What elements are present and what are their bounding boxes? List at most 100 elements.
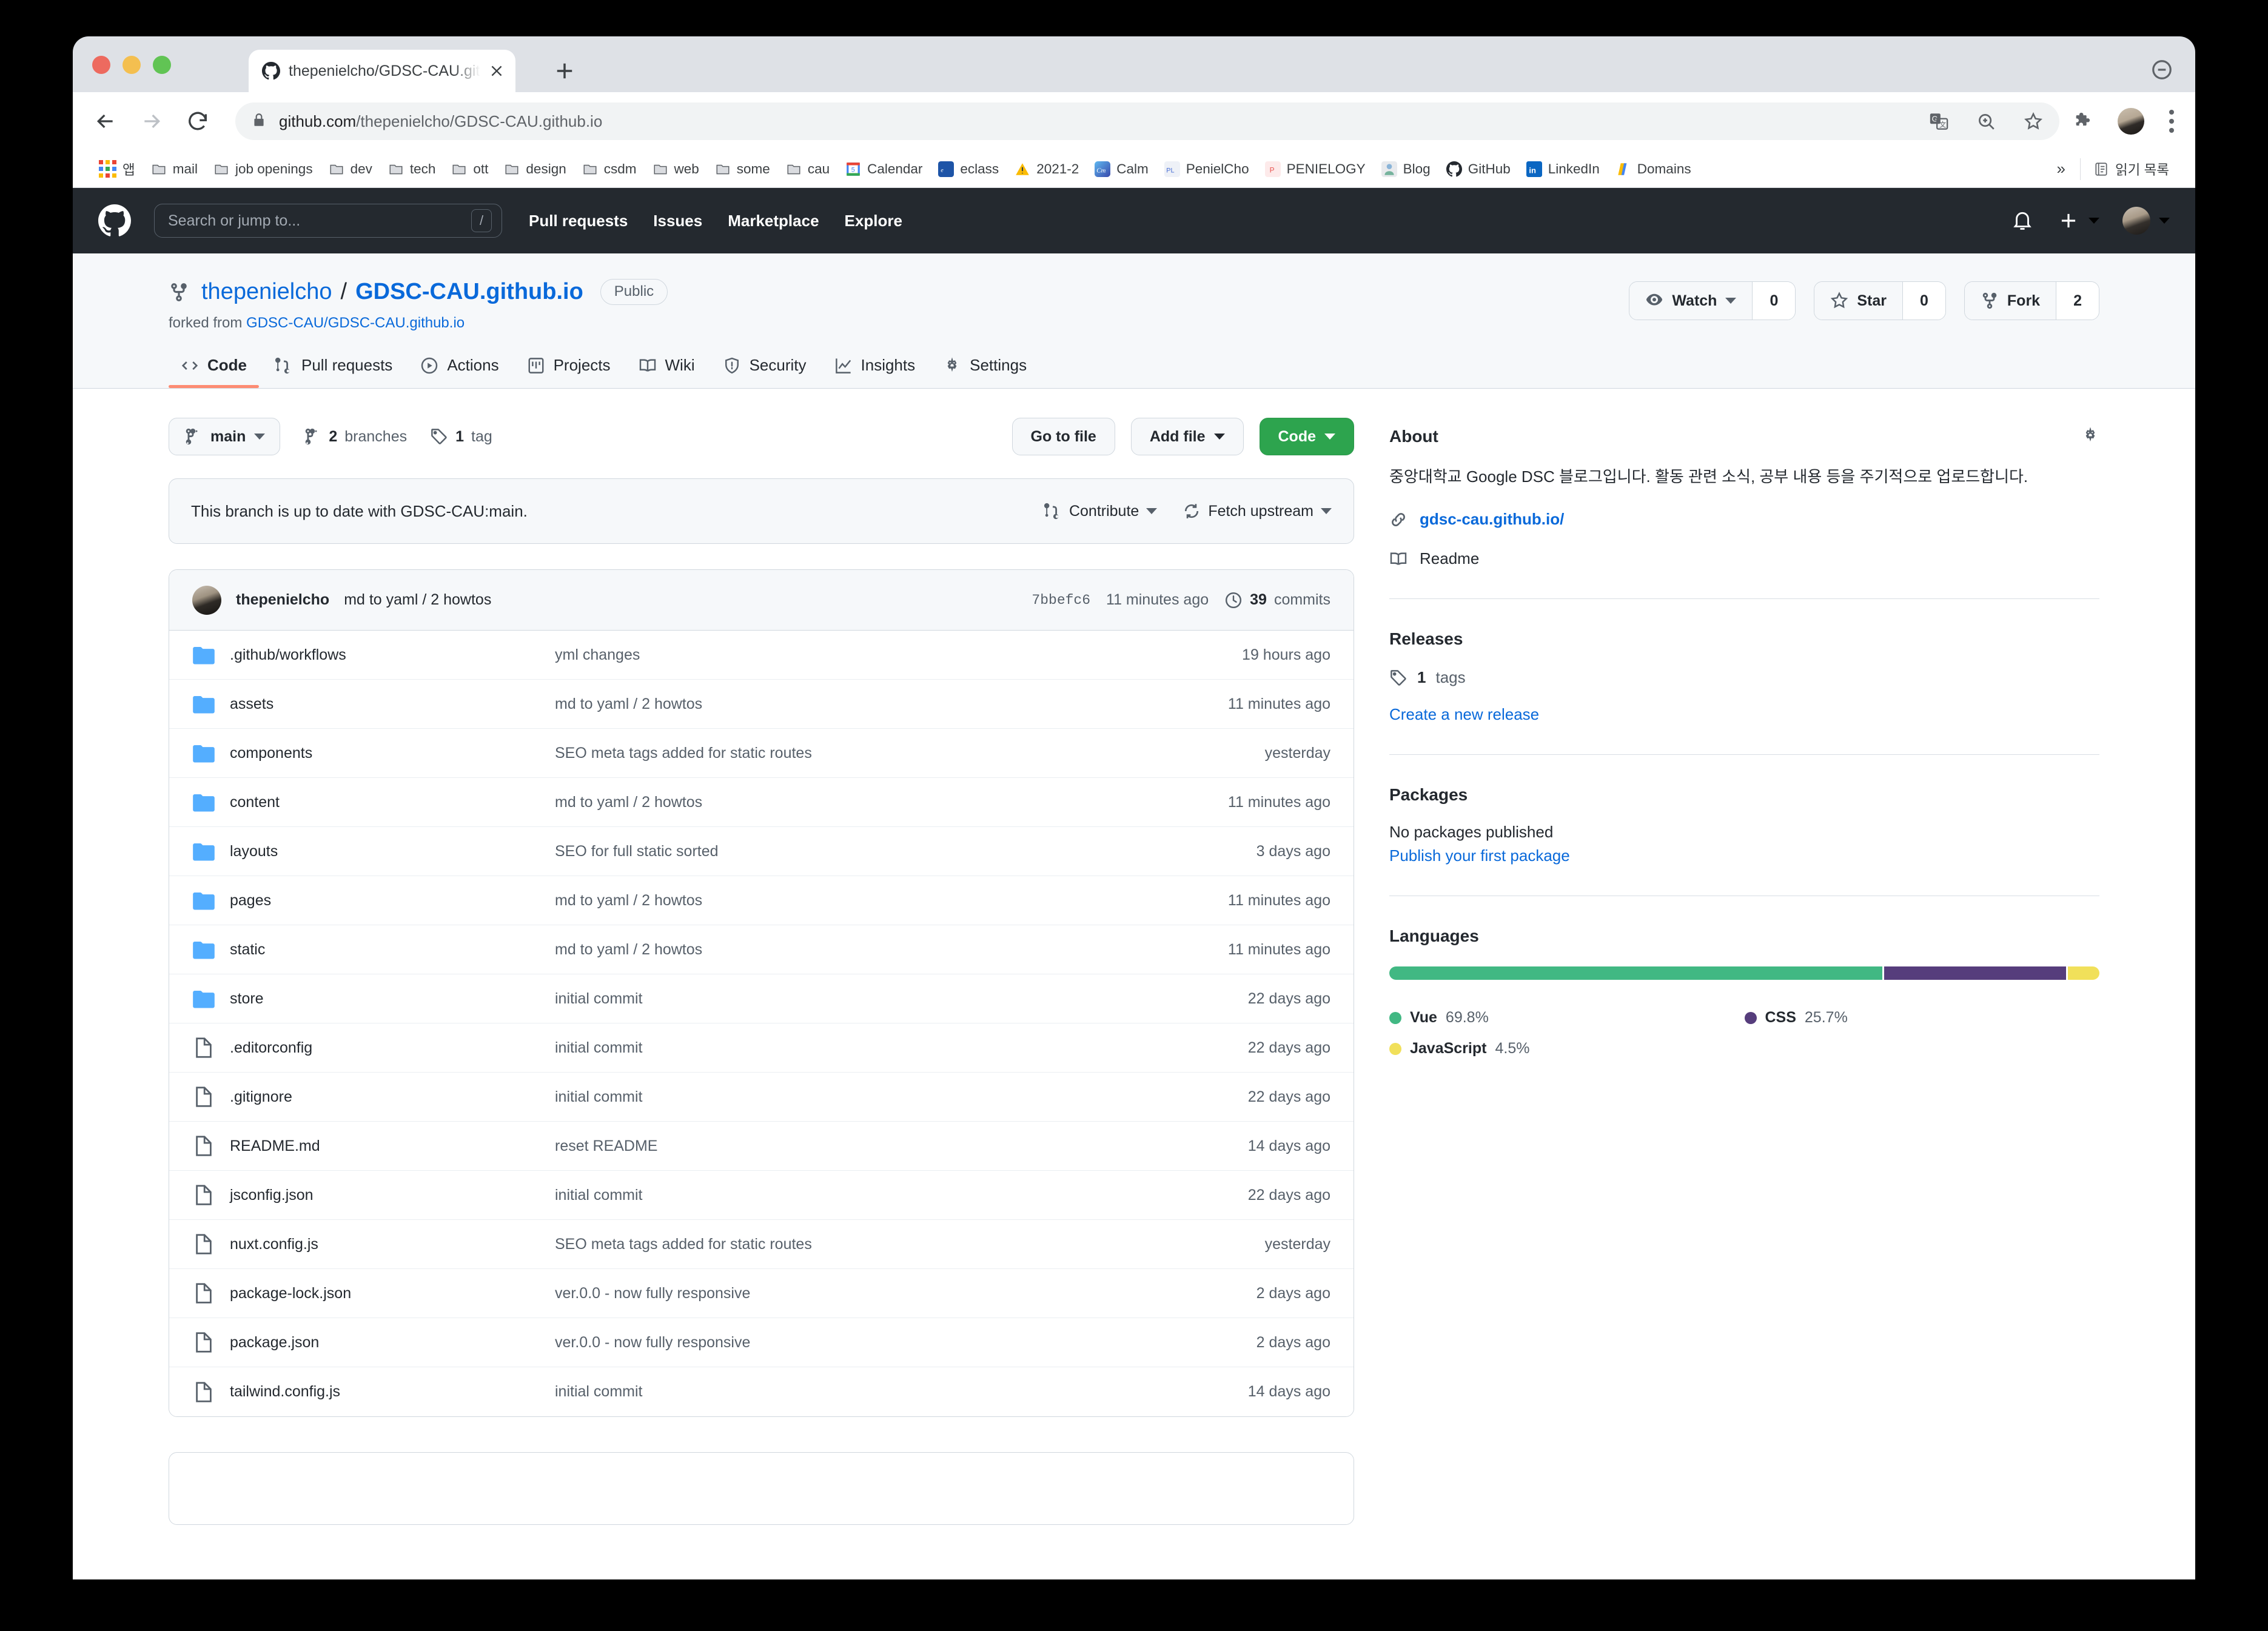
create-release-link[interactable]: Create a new release (1389, 705, 2099, 724)
minimize-window-button[interactable] (122, 56, 141, 74)
bookmark-tech[interactable]: tech (380, 161, 444, 177)
file-commit-message[interactable]: SEO meta tags added for static routes (555, 745, 1265, 762)
search-input[interactable]: Search or jump to... / (154, 204, 502, 238)
nav-marketplace[interactable]: Marketplace (728, 212, 819, 230)
bookmark-2021-2[interactable]: 2021-2 (1007, 161, 1087, 177)
file-name[interactable]: layouts (215, 843, 555, 860)
browser-menu-icon[interactable] (2169, 110, 2175, 133)
branch-selector[interactable]: main (169, 418, 281, 455)
nav-pull-requests[interactable]: Pull requests (529, 212, 628, 230)
bookmark-penielcho[interactable]: PL PenielCho (1156, 161, 1257, 177)
branches-link[interactable]: 2 branches (303, 427, 407, 446)
file-name[interactable]: store (215, 990, 555, 1008)
back-icon[interactable] (93, 109, 118, 133)
notifications-bell-icon[interactable] (2011, 209, 2034, 232)
file-commit-message[interactable]: SEO meta tags added for static routes (555, 1236, 1265, 1253)
commit-message[interactable]: md to yaml / 2 howtos (344, 591, 491, 609)
file-name[interactable]: assets (215, 695, 555, 713)
file-commit-message[interactable]: md to yaml / 2 howtos (555, 941, 1228, 959)
tab-pull-requests[interactable]: Pull requests (263, 356, 404, 388)
fetch-upstream-button[interactable]: Fetch upstream (1183, 502, 1332, 520)
file-name[interactable]: .editorconfig (215, 1039, 555, 1057)
table-row[interactable]: .editorconfig initial commit 22 days ago (169, 1023, 1354, 1073)
releases-tags-row[interactable]: 1 tags (1389, 668, 2099, 687)
file-commit-message[interactable]: initial commit (555, 1039, 1248, 1057)
browser-tab[interactable]: thepenielcho/GDSC-CAU.githu (249, 50, 515, 92)
forked-from-link[interactable]: GDSC-CAU/GDSC-CAU.github.io (246, 315, 465, 331)
table-row[interactable]: package-lock.json ver.0.0 - now fully res… (169, 1269, 1354, 1318)
bookmark-calendar[interactable]: 5 Calendar (837, 161, 930, 177)
language-legend-item[interactable]: Vue 69.8% (1389, 1009, 1745, 1026)
contribute-button[interactable]: Contribute (1044, 502, 1158, 520)
bookmark-csdm[interactable]: csdm (574, 161, 645, 177)
bookmark-mail[interactable]: mail (143, 161, 206, 177)
file-commit-message[interactable]: reset README (555, 1137, 1248, 1155)
table-row[interactable]: .gitignore initial commit 22 days ago (169, 1073, 1354, 1122)
file-name[interactable]: components (215, 745, 555, 762)
file-commit-message[interactable]: md to yaml / 2 howtos (555, 892, 1228, 909)
bookmark-web[interactable]: web (645, 161, 707, 177)
file-commit-message[interactable]: initial commit (555, 1088, 1248, 1106)
file-commit-message[interactable]: ver.0.0 - now fully responsive (555, 1334, 1256, 1351)
file-name[interactable]: package.json (215, 1334, 555, 1351)
tags-link[interactable]: 1 tag (430, 427, 492, 446)
close-icon[interactable] (489, 63, 505, 79)
tab-actions[interactable]: Actions (408, 356, 511, 388)
repo-name-link[interactable]: GDSC-CAU.github.io (355, 279, 583, 305)
go-to-file-button[interactable]: Go to file (1012, 418, 1115, 455)
file-name[interactable]: .github/workflows (215, 646, 555, 664)
file-commit-message[interactable]: initial commit (555, 990, 1248, 1008)
bookmark-calm[interactable]: Cm Calm (1087, 161, 1156, 177)
bookmark-linkedin[interactable]: in LinkedIn (1518, 161, 1608, 177)
create-new-menu[interactable] (2057, 209, 2099, 232)
nav-issues[interactable]: Issues (653, 212, 702, 230)
forward-icon[interactable] (139, 109, 164, 133)
tab-insights[interactable]: Insights (822, 356, 928, 388)
homepage-link[interactable]: gdsc-cau.github.io/ (1420, 510, 1564, 529)
tab-projects[interactable]: Projects (515, 356, 623, 388)
user-menu[interactable] (2122, 207, 2170, 235)
file-name[interactable]: static (215, 941, 555, 959)
language-segment[interactable] (1884, 966, 2066, 980)
tab-code[interactable]: Code (169, 356, 259, 388)
bookmark-domains[interactable]: Domains (1608, 161, 1699, 177)
bookmark-dev[interactable]: dev (321, 161, 380, 177)
bookmarks-overflow-icon[interactable]: » (2047, 159, 2075, 178)
file-commit-message[interactable]: yml changes (555, 646, 1242, 664)
language-legend-item[interactable]: JavaScript 4.5% (1389, 1040, 1745, 1057)
github-logo-icon[interactable] (98, 204, 131, 237)
bookmark-penielogy[interactable]: P PENIELOGY (1257, 161, 1374, 177)
fork-button[interactable]: Fork (1964, 282, 2057, 320)
file-name[interactable]: .gitignore (215, 1088, 555, 1106)
watch-button[interactable]: Watch (1629, 282, 1753, 320)
close-window-button[interactable] (92, 56, 110, 74)
file-name[interactable]: content (215, 794, 555, 811)
file-commit-message[interactable]: md to yaml / 2 howtos (555, 695, 1228, 713)
translate-icon[interactable]: G文 (1928, 111, 1949, 132)
table-row[interactable]: content md to yaml / 2 howtos 11 minutes a… (169, 778, 1354, 827)
table-row[interactable]: package.json ver.0.0 - now fully responsi… (169, 1318, 1354, 1367)
reload-icon[interactable] (186, 109, 210, 133)
file-name[interactable]: pages (215, 892, 555, 909)
star-button[interactable]: Star (1814, 282, 1903, 320)
file-commit-message[interactable]: ver.0.0 - now fully responsive (555, 1285, 1256, 1302)
language-segment[interactable] (1389, 966, 1883, 980)
commit-author[interactable]: thepenielcho (236, 591, 329, 609)
nav-explore[interactable]: Explore (845, 212, 902, 230)
file-commit-message[interactable]: initial commit (555, 1187, 1248, 1204)
table-row[interactable]: README.md reset README 14 days ago (169, 1122, 1354, 1171)
file-commit-message[interactable]: initial commit (555, 1383, 1248, 1401)
publish-package-link[interactable]: Publish your first package (1389, 846, 2099, 865)
apps-shortcut[interactable]: 앱 (91, 159, 143, 179)
profile-avatar[interactable] (2118, 108, 2144, 135)
tab-settings[interactable]: Settings (931, 356, 1039, 388)
bookmark-job-openings[interactable]: job openings (206, 161, 321, 177)
language-legend-item[interactable]: CSS 25.7% (1744, 1009, 2100, 1026)
chevron-down-icon[interactable] (2150, 58, 2173, 81)
repo-owner-link[interactable]: thepenielcho (201, 279, 332, 305)
bookmark-some[interactable]: some (707, 161, 778, 177)
table-row[interactable]: assets md to yaml / 2 howtos 11 minutes ag… (169, 680, 1354, 729)
bookmark-eclass[interactable]: e eclass (930, 161, 1007, 177)
new-tab-icon[interactable] (552, 58, 577, 84)
language-segment[interactable] (2067, 966, 2099, 980)
